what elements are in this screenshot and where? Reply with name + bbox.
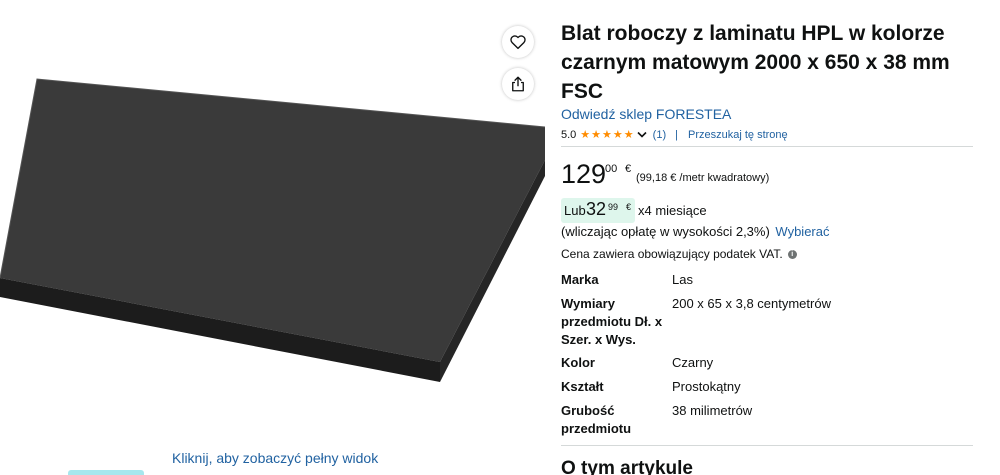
fee-text: (wliczając opłatę w wysokości 2,3%)	[561, 224, 770, 239]
spec-label: Kolor	[561, 355, 595, 370]
image-gallery: Kliknij, aby zobaczyć pełny widok	[0, 0, 545, 475]
share-button[interactable]	[502, 68, 534, 100]
installment-currency: €	[626, 202, 632, 212]
vat-text: Cena zawiera obowiązujący podatek VAT.	[561, 247, 783, 261]
product-title: Blat roboczy z laminatu HPL w kolorze cz…	[561, 22, 950, 103]
star-rating[interactable]: ★ ★ ★ ★ ★	[580, 128, 634, 141]
installment-fraction: 99	[608, 202, 619, 212]
heart-icon	[510, 35, 526, 50]
spec-value: Prostokątny	[672, 379, 741, 394]
installment-months: x4 miesiące	[638, 203, 707, 218]
spec-value: Las	[672, 272, 693, 287]
price-fraction: 00	[605, 163, 618, 175]
star-icon: ★	[623, 128, 634, 141]
spec-label: Kształt	[561, 379, 604, 394]
installment-prefix: Lub	[564, 203, 586, 218]
installment-badge: Lub 32 99 €	[561, 198, 635, 223]
choose-installment-link[interactable]: Wybierać	[775, 224, 829, 239]
info-icon[interactable]: i	[787, 249, 797, 259]
price-whole: 129	[561, 159, 607, 189]
thumbnail-highlight[interactable]	[68, 470, 144, 475]
spec-label: Grubość przedmiotu	[561, 403, 632, 436]
search-page-link[interactable]: Przeszukaj tę stronę	[688, 129, 788, 141]
spec-value: 38 milimetrów	[672, 403, 753, 418]
divider	[561, 146, 973, 147]
about-heading: O tym artykule	[561, 458, 693, 475]
rating-separator: |	[675, 129, 678, 141]
star-icon: ★	[591, 128, 602, 141]
spec-label: Wymiary przedmiotu Dł. x Szer. x Wys.	[561, 296, 663, 347]
unit-price: (99,18 € /metr kwadratowy)	[636, 172, 770, 184]
price-currency: €	[625, 163, 632, 175]
full-view-link[interactable]: Kliknij, aby zobaczyć pełny widok	[172, 450, 378, 466]
wishlist-button[interactable]	[502, 26, 534, 58]
vat-row: Cena zawiera obowiązujący podatek VAT. i	[561, 247, 797, 261]
spec-value: 200 x 65 x 3,8 centymetrów	[672, 296, 831, 311]
divider	[561, 445, 973, 446]
chevron-down-icon[interactable]	[637, 131, 647, 139]
star-icon: ★	[602, 128, 612, 141]
product-image[interactable]	[0, 0, 545, 440]
rating-value: 5.0	[561, 129, 577, 141]
fee-row: (wliczając opłatę w wysokości 2,3%) Wybi…	[561, 224, 830, 239]
installment-whole: 32	[586, 199, 607, 219]
store-link[interactable]: Odwiedź sklep FORESTEA	[561, 106, 731, 122]
spec-value: Czarny	[672, 355, 714, 370]
rating-row: 5.0 ★ ★ ★ ★ ★ (1) | Przeszukaj tę stronę	[561, 128, 788, 142]
spec-label: Marka	[561, 272, 599, 287]
share-icon	[512, 76, 524, 92]
star-icon: ★	[612, 128, 623, 141]
rating-count-link[interactable]: (1)	[653, 129, 666, 141]
star-icon: ★	[580, 128, 591, 141]
